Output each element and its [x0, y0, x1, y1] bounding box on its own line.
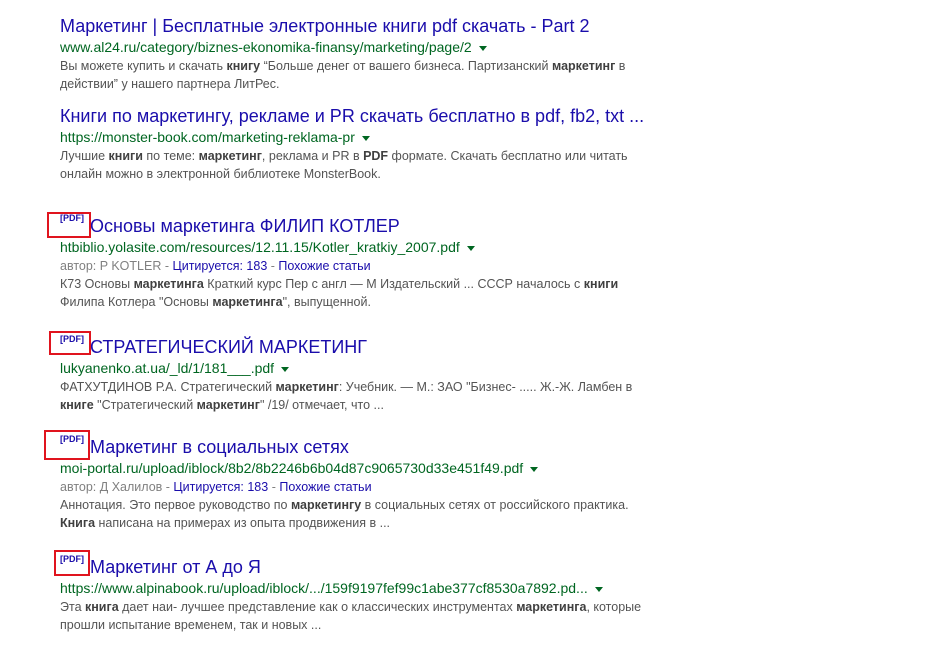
result-title-link[interactable]: Книги по маркетингу, рекламе и PR скачат…: [60, 106, 644, 126]
meta-separator: -: [268, 480, 280, 494]
snippet-highlight: маркетинг: [275, 380, 339, 394]
snippet-text: “Больше денег от вашего бизнеса. Партиза…: [260, 59, 552, 73]
snippet-highlight: маркетинг: [196, 398, 260, 412]
snippet-highlight: Книга: [60, 516, 96, 530]
snippet-text: Эта: [60, 600, 85, 614]
result-title-row: [PDF] Маркетинг в социальных сетях: [60, 434, 660, 459]
snippet-text: " /19/ отмечает, что ...: [259, 398, 384, 412]
result-url: htbiblio.yolasite.com/resources/12.11.15…: [60, 238, 660, 257]
snippet-highlight: маркетинг: [552, 59, 616, 73]
snippet-highlight: маркетинга: [212, 295, 283, 309]
result-title-row: [PDF] Основы маркетинга ФИЛИП КОТЛЕР: [60, 213, 660, 238]
result-title-row: [PDF] СТРАТЕГИЧЕСКИЙ МАРКЕТИНГ: [60, 334, 660, 359]
snippet-text: К73 Основы: [60, 277, 134, 291]
snippet-highlight: PDF: [363, 149, 389, 163]
related-articles-link[interactable]: Похожие статьи: [279, 480, 371, 494]
snippet-highlight: маркетинга: [133, 277, 204, 291]
snippet-text: : Учебник. — М.: ЗАО "Бизнес- ..... Ж.-Ж…: [338, 380, 633, 394]
search-result: [PDF] Основы маркетинга ФИЛИП КОТЛЕР htbib…: [60, 213, 660, 311]
snippet-text: по теме:: [142, 149, 199, 163]
search-result: [PDF] Маркетинг от А до Яhttps://www.alpi…: [60, 554, 660, 634]
result-title-link[interactable]: Маркетинг | Бесплатные электронные книги…: [60, 16, 590, 36]
snippet-highlight: маркетингу: [290, 498, 362, 512]
result-snippet: Эта книга дает наи- лучшее представление…: [60, 598, 655, 634]
pdf-highlight-box: [54, 550, 90, 576]
result-snippet: ФАТХУТДИНОВ Р.А. Стратегический маркетин…: [60, 378, 655, 414]
result-meta: автор: P KOTLER - Цитируется: 183 - Похо…: [60, 257, 660, 275]
related-articles-link[interactable]: Похожие статьи: [278, 259, 370, 273]
search-result: Маркетинг | Бесплатные электронные книги…: [60, 14, 660, 93]
result-author: автор: P KOTLER: [60, 259, 162, 273]
pdf-highlight-box: [47, 212, 91, 238]
result-url-text: www.al24.ru/category/biznes-ekonomika-fi…: [60, 39, 472, 55]
pdf-highlight-box: [44, 430, 90, 460]
result-title-link[interactable]: СТРАТЕГИЧЕСКИЙ МАРКЕТИНГ: [90, 337, 367, 357]
chevron-down-icon[interactable]: [530, 466, 539, 472]
snippet-text: , реклама и PR в: [261, 149, 364, 163]
snippet-highlight: маркетинг: [198, 149, 262, 163]
result-title-row: Книги по маркетингу, рекламе и PR скачат…: [60, 104, 660, 128]
snippet-highlight: книги: [108, 149, 143, 163]
result-snippet: К73 Основы маркетинга Краткий курс Пер с…: [60, 275, 655, 311]
snippet-highlight: книга: [85, 600, 119, 614]
chevron-down-icon[interactable]: [466, 245, 475, 251]
chevron-down-icon[interactable]: [594, 586, 603, 592]
search-result: [PDF] СТРАТЕГИЧЕСКИЙ МАРКЕТИНГ lukyanenko.…: [60, 334, 660, 414]
meta-separator: -: [161, 259, 173, 273]
result-url-text: https://www.alpinabook.ru/upload/iblock/…: [60, 580, 588, 596]
result-url-text: lukyanenko.at.ua/_ld/1/181___.pdf: [60, 360, 275, 376]
result-url-text: https://monster-book.com/marketing-rekla…: [60, 129, 355, 145]
result-meta: автор: Д Халилов - Цитируется: 183 - Пох…: [60, 478, 660, 496]
result-title-link[interactable]: Маркетинг от А до Я: [90, 557, 261, 577]
cited-by-link[interactable]: Цитируется: 183: [172, 259, 267, 273]
snippet-highlight: книгу: [226, 59, 261, 73]
meta-separator: -: [267, 259, 279, 273]
result-url: lukyanenko.at.ua/_ld/1/181___.pdf: [60, 359, 660, 378]
search-result: Книги по маркетингу, рекламе и PR скачат…: [60, 104, 660, 183]
snippet-text: Краткий курс Пер с англ — М Издательский…: [203, 277, 584, 291]
snippet-highlight: книги: [583, 277, 619, 291]
chevron-down-icon[interactable]: [478, 45, 487, 51]
pdf-highlight-box: [49, 331, 91, 355]
meta-separator: -: [162, 480, 174, 494]
result-title-link[interactable]: Маркетинг в социальных сетях: [90, 437, 349, 457]
result-snippet: Лучшие книги по теме: маркетинг, реклама…: [60, 147, 655, 183]
chevron-down-icon[interactable]: [281, 366, 290, 372]
result-title-row: Маркетинг | Бесплатные электронные книги…: [60, 14, 660, 38]
snippet-text: Лучшие: [60, 149, 109, 163]
result-url-text: htbiblio.yolasite.com/resources/12.11.15…: [60, 239, 460, 255]
snippet-text: ФАТХУТДИНОВ Р.А. Стратегический: [60, 380, 276, 394]
result-snippet: Аннотация. Это первое руководство по мар…: [60, 496, 655, 532]
result-url: https://monster-book.com/marketing-rekla…: [60, 128, 660, 147]
snippet-text: "Стратегический: [93, 398, 197, 412]
snippet-text: Вы можете купить и скачать: [60, 59, 227, 73]
result-title-link[interactable]: Основы маркетинга ФИЛИП КОТЛЕР: [90, 216, 400, 236]
snippet-text: написана на примерах из опыта продвижени…: [95, 516, 391, 530]
result-snippet: Вы можете купить и скачать книгу “Больше…: [60, 57, 655, 93]
snippet-highlight: маркетинга: [516, 600, 587, 614]
search-result: [PDF] Маркетинг в социальных сетях moi-por…: [60, 434, 660, 532]
snippet-text: Аннотация. Это первое руководство по: [60, 498, 291, 512]
snippet-text: Филипа Котлера "Основы: [60, 295, 213, 309]
result-url: moi-portal.ru/upload/iblock/8b2/8b2246b6…: [60, 459, 660, 478]
cited-by-link[interactable]: Цитируется: 183: [173, 480, 268, 494]
snippet-text: дает наи- лучшее представление как о кла…: [118, 600, 517, 614]
result-url: www.al24.ru/category/biznes-ekonomika-fi…: [60, 38, 660, 57]
chevron-down-icon[interactable]: [361, 135, 370, 141]
snippet-text: ", выпущенной.: [282, 295, 371, 309]
snippet-highlight: книге: [60, 398, 94, 412]
result-title-row: [PDF] Маркетинг от А до Я: [60, 554, 660, 579]
result-url: https://www.alpinabook.ru/upload/iblock/…: [60, 579, 660, 598]
snippet-text: в социальных сетях от российского практи…: [361, 498, 629, 512]
result-author: автор: Д Халилов: [60, 480, 163, 494]
result-url-text: moi-portal.ru/upload/iblock/8b2/8b2246b6…: [60, 460, 524, 476]
